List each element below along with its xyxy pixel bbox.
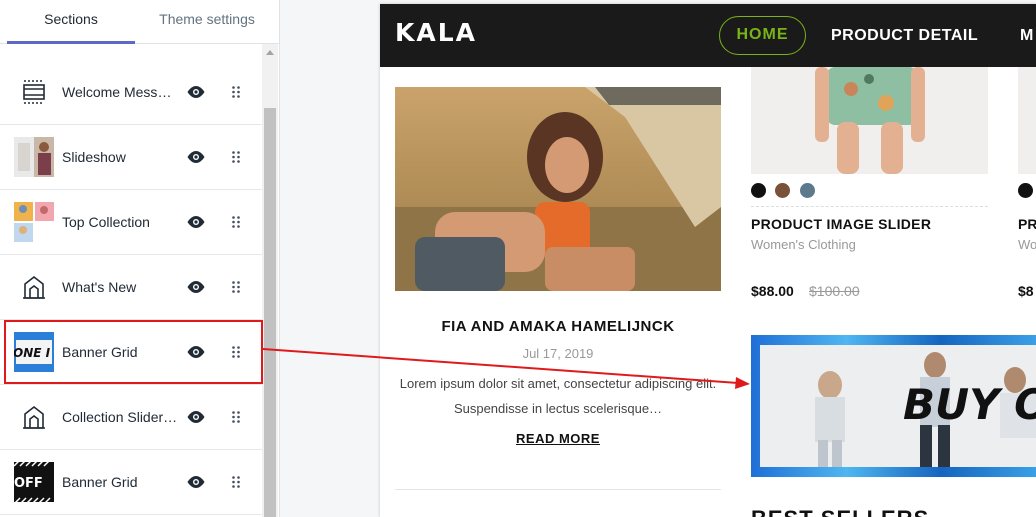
tab-theme-settings[interactable]: Theme settings — [140, 0, 274, 44]
best-sellers-heading: BEST SELLERS — [751, 506, 929, 517]
highlight-box — [4, 320, 263, 384]
eye-icon[interactable] — [186, 409, 206, 425]
store-header: KALA HOME PRODUCT DETAIL M — [380, 4, 1036, 67]
layout-icon — [23, 80, 45, 104]
slideshow-thumbnail — [14, 137, 54, 177]
product-category: Women's Clothing — [751, 237, 856, 252]
top-collection-thumbnail — [14, 202, 54, 242]
banner-grid-thumbnail: OFF — [14, 462, 54, 502]
section-item-welcome-message[interactable]: Welcome Messa… — [0, 60, 262, 125]
drag-handle-icon[interactable] — [230, 410, 242, 424]
scroll-up-arrow-icon — [266, 50, 274, 55]
banner-headline: BUY O — [903, 380, 1036, 429]
color-swatch-blue[interactable] — [800, 183, 815, 198]
product-price: $88.00 — [751, 283, 794, 299]
drag-handle-icon[interactable] — [230, 280, 242, 294]
eye-icon[interactable] — [186, 84, 206, 100]
eye-icon[interactable] — [186, 474, 206, 490]
color-swatch-brown[interactable] — [775, 183, 790, 198]
section-label: Welcome Messa… — [62, 84, 178, 100]
blog-post-title[interactable]: FIA AND AMAKA HAMELIJNCK — [395, 318, 721, 335]
product-2-price: $8 — [1018, 283, 1034, 299]
sections-panel: Sections Theme settings Welcome Messa… S… — [0, 0, 280, 517]
color-swatch-black-2[interactable] — [1018, 183, 1033, 198]
product-2-name[interactable]: PR — [1018, 216, 1036, 232]
blog-post-excerpt: Lorem ipsum dolor sit amet, consectetur … — [399, 376, 717, 416]
section-label: Slideshow — [62, 149, 126, 165]
product-2-category: Wo — [1018, 237, 1036, 252]
theme-editor: Sections Theme settings Welcome Messa… S… — [0, 0, 1036, 517]
nav-product-detail[interactable]: PRODUCT DETAIL — [831, 16, 978, 55]
read-more-link[interactable]: READ MORE — [395, 431, 721, 446]
product-image-2[interactable] — [1018, 67, 1036, 174]
section-label: What's New — [62, 279, 137, 295]
drag-handle-icon[interactable] — [230, 215, 242, 229]
eye-icon[interactable] — [186, 279, 206, 295]
scrollbar-thumb[interactable] — [264, 108, 276, 517]
blog-post-date: Jul 17, 2019 — [522, 346, 594, 361]
divider — [395, 489, 721, 490]
section-item-whats-new[interactable]: What's New — [0, 255, 262, 320]
section-label: Banner Grid — [62, 474, 138, 490]
store-logo[interactable]: KALA — [395, 18, 477, 47]
panel-tabs: Sections Theme settings — [0, 0, 280, 44]
drag-handle-icon[interactable] — [230, 150, 242, 164]
thumb-text: OFF — [14, 476, 43, 491]
section-item-top-collection[interactable]: Top Collection — [0, 190, 262, 255]
section-label: Top Collection — [62, 214, 150, 230]
drag-handle-icon[interactable] — [230, 475, 242, 489]
collection-icon — [23, 275, 45, 299]
section-label: Collection Slider… — [62, 409, 178, 425]
section-item-collection-slider[interactable]: Collection Slider… — [0, 385, 262, 450]
drag-handle-icon[interactable] — [230, 85, 242, 99]
nav-more[interactable]: M — [1020, 16, 1034, 55]
nav-home[interactable]: HOME — [719, 16, 806, 55]
divider — [751, 206, 988, 207]
section-list: Welcome Messa… Slideshow Top Collection … — [0, 60, 262, 515]
collection-icon — [23, 405, 45, 429]
section-item-banner-grid-2[interactable]: OFF Banner Grid — [0, 450, 262, 515]
product-image[interactable] — [751, 67, 988, 174]
blog-post-image[interactable] — [395, 87, 721, 291]
section-item-slideshow[interactable]: Slideshow — [0, 125, 262, 190]
eye-icon[interactable] — [186, 149, 206, 165]
eye-icon[interactable] — [186, 214, 206, 230]
product-name[interactable]: PRODUCT IMAGE SLIDER — [751, 216, 931, 232]
tab-sections[interactable]: Sections — [7, 0, 135, 44]
product-old-price: $100.00 — [809, 283, 860, 299]
color-swatch-black[interactable] — [751, 183, 766, 198]
